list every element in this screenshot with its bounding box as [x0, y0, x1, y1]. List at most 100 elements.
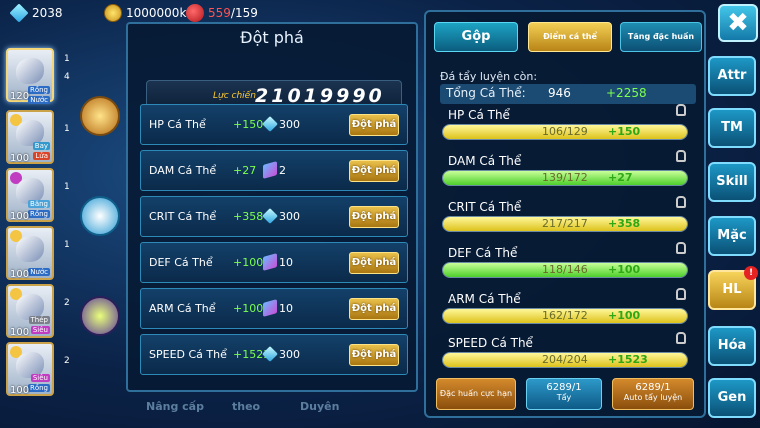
tab-follow[interactable]: theo — [232, 400, 260, 413]
lock-icon[interactable] — [676, 104, 686, 116]
roster-slot-6[interactable]: Siêu Rồng 100 2 — [6, 342, 70, 396]
tab-bond[interactable]: Duyên — [300, 400, 339, 413]
lock-icon[interactable] — [676, 196, 686, 208]
side-transform-button[interactable]: Hóa — [708, 326, 756, 366]
stat-cost: 10 — [279, 302, 293, 315]
lock-icon[interactable] — [676, 150, 686, 162]
stamina-current: 559 — [208, 6, 231, 20]
stat-add: +150 — [608, 125, 641, 138]
stat-name: SPEED Cá Thể — [149, 348, 227, 361]
stat-add: +27 — [608, 171, 633, 184]
auto-reroll-count: 6289/1 — [635, 382, 671, 393]
roster-slot-4[interactable]: Nước 100 1 — [6, 226, 70, 280]
monster-level: 120 — [10, 91, 30, 102]
diamond-icon — [262, 208, 278, 224]
skill-orb-icon[interactable] — [80, 96, 120, 136]
breakthrough-button[interactable]: Đột phá — [349, 252, 399, 274]
book-icon — [263, 253, 277, 271]
tab-merge[interactable]: Gộp — [434, 22, 518, 52]
breakthrough-button[interactable]: Đột phá — [349, 160, 399, 182]
type-tag-2: Nước — [28, 96, 50, 104]
stat-cost: 2 — [279, 164, 286, 177]
book-icon — [263, 161, 277, 179]
reroll-button[interactable]: 6289/1 Tẩy — [526, 378, 602, 410]
breakthrough-panel: Đột phá Lực chiến 21019990 HP Cá Thể +15… — [126, 22, 418, 392]
breakthrough-button[interactable]: Đột phá — [349, 206, 399, 228]
roster-slot-1[interactable]: Rồng Nước 120 1 4 — [6, 48, 70, 104]
stat-add: +100 — [608, 309, 641, 322]
slot-count: 1 — [64, 124, 70, 134]
stat-row-hp: HP Cá Thể 106/129 +150 — [442, 104, 688, 148]
stat-ratio: 106/129 — [542, 125, 588, 138]
monster-portrait — [16, 236, 44, 262]
stat-cost: 300 — [279, 210, 300, 223]
stat-name: DEF Cá Thể — [149, 256, 213, 269]
breakthrough-button[interactable]: Đột phá — [349, 344, 399, 366]
stat-increase: +150 — [233, 118, 264, 131]
stat-name: SPEED Cá Thể — [448, 336, 533, 350]
stat-increase: +100 — [233, 302, 264, 315]
power-label: Lực chiến — [213, 91, 256, 101]
total-value: 946 — [548, 86, 571, 100]
type-tag-2: Rồng — [27, 384, 50, 392]
stat-ratio: 217/217 — [542, 217, 588, 230]
monster-portrait — [16, 58, 44, 84]
stat-name: ARM Cá Thể — [149, 302, 216, 315]
side-skill-button[interactable]: Skill — [708, 162, 756, 202]
lock-icon[interactable] — [676, 332, 686, 344]
monster-level: 100 — [10, 269, 30, 280]
notification-badge: ! — [744, 266, 758, 280]
limit-training-button[interactable]: Đặc huấn cực hạn — [436, 378, 516, 410]
stat-name: DAM Cá Thể — [149, 164, 217, 177]
lock-icon[interactable] — [676, 242, 686, 254]
slot-count: 2 — [64, 298, 70, 308]
close-button[interactable]: ✖ — [718, 4, 758, 42]
breakthrough-button[interactable]: Đột phá — [349, 114, 399, 136]
stat-row-def: DEF Cá Thể 118/146 +100 — [442, 242, 688, 286]
tab-boost-training[interactable]: Tăng đặc huấn — [620, 22, 702, 52]
monster-level: 100 — [10, 211, 30, 222]
stat-name: ARM Cá Thể — [448, 292, 521, 306]
slot-count: 1 — [64, 54, 70, 64]
breakthrough-button[interactable]: Đột phá — [349, 298, 399, 320]
lock-icon[interactable] — [676, 288, 686, 300]
roster-slot-2[interactable]: Bay Lửa 100 1 — [6, 110, 70, 164]
roster-slot-5[interactable]: Thép Siêu 100 2 — [6, 284, 70, 338]
stat-row-arm: ARM Cá Thể 162/172 +100 — [442, 288, 688, 332]
diamond-icon — [9, 3, 29, 23]
roster-slot-3[interactable]: Băng Rồng 100 1 — [6, 168, 70, 222]
stat-cost: 300 — [279, 348, 300, 361]
monster-level: 100 — [10, 327, 30, 338]
bag-icon[interactable] — [80, 196, 120, 236]
auto-reroll-label: Auto tẩy luyện — [623, 393, 683, 402]
auto-reroll-button[interactable]: 6289/1 Auto tẩy luyện — [612, 378, 694, 410]
bottom-tab-bar: Nâng cấp theo Duyên — [140, 396, 370, 420]
side-equip-button[interactable]: Mặc — [708, 216, 756, 256]
side-tm-button[interactable]: TM — [708, 108, 756, 148]
stat-name: DEF Cá Thể — [448, 246, 518, 260]
gear-orb-icon[interactable] — [80, 296, 120, 336]
side-hl-button[interactable]: HL ! — [708, 266, 758, 310]
coin-counter: 1000000k — [104, 4, 186, 22]
coin-icon — [104, 4, 122, 22]
side-attr-button[interactable]: Attr — [708, 56, 756, 96]
individual-points-panel: Gộp Điểm cá thể Tăng đặc huấn Đá tẩy luy… — [424, 10, 706, 418]
side-gen-button[interactable]: Gen — [708, 378, 756, 418]
stamina-counter: 559 /159 — [186, 4, 258, 22]
stat-row-dam: DAM Cá Thể 139/172 +27 — [442, 150, 688, 194]
stat-name: CRIT Cá Thể — [149, 210, 217, 223]
type-tag: Nước — [28, 268, 50, 276]
stat-cost: 300 — [279, 118, 300, 131]
type-tag: Băng — [28, 200, 50, 208]
type-tag: Bay — [32, 142, 50, 150]
coin-value: 1000000k — [126, 6, 187, 20]
stat-increase: +27 — [233, 164, 257, 177]
tab-individual-points[interactable]: Điểm cá thể — [528, 22, 612, 52]
breakthrough-row: DEF Cá Thể +100 10 Đột phá — [140, 242, 408, 283]
breakthrough-row: SPEED Cá Thể +1523 300 Đột phá — [140, 334, 408, 375]
stat-add: +100 — [608, 263, 641, 276]
breakthrough-row: CRIT Cá Thể +358 300 Đột phá — [140, 196, 408, 237]
stat-ratio: 118/146 — [542, 263, 588, 276]
tab-upgrade[interactable]: Nâng cấp — [146, 400, 204, 413]
book-icon — [263, 299, 277, 317]
